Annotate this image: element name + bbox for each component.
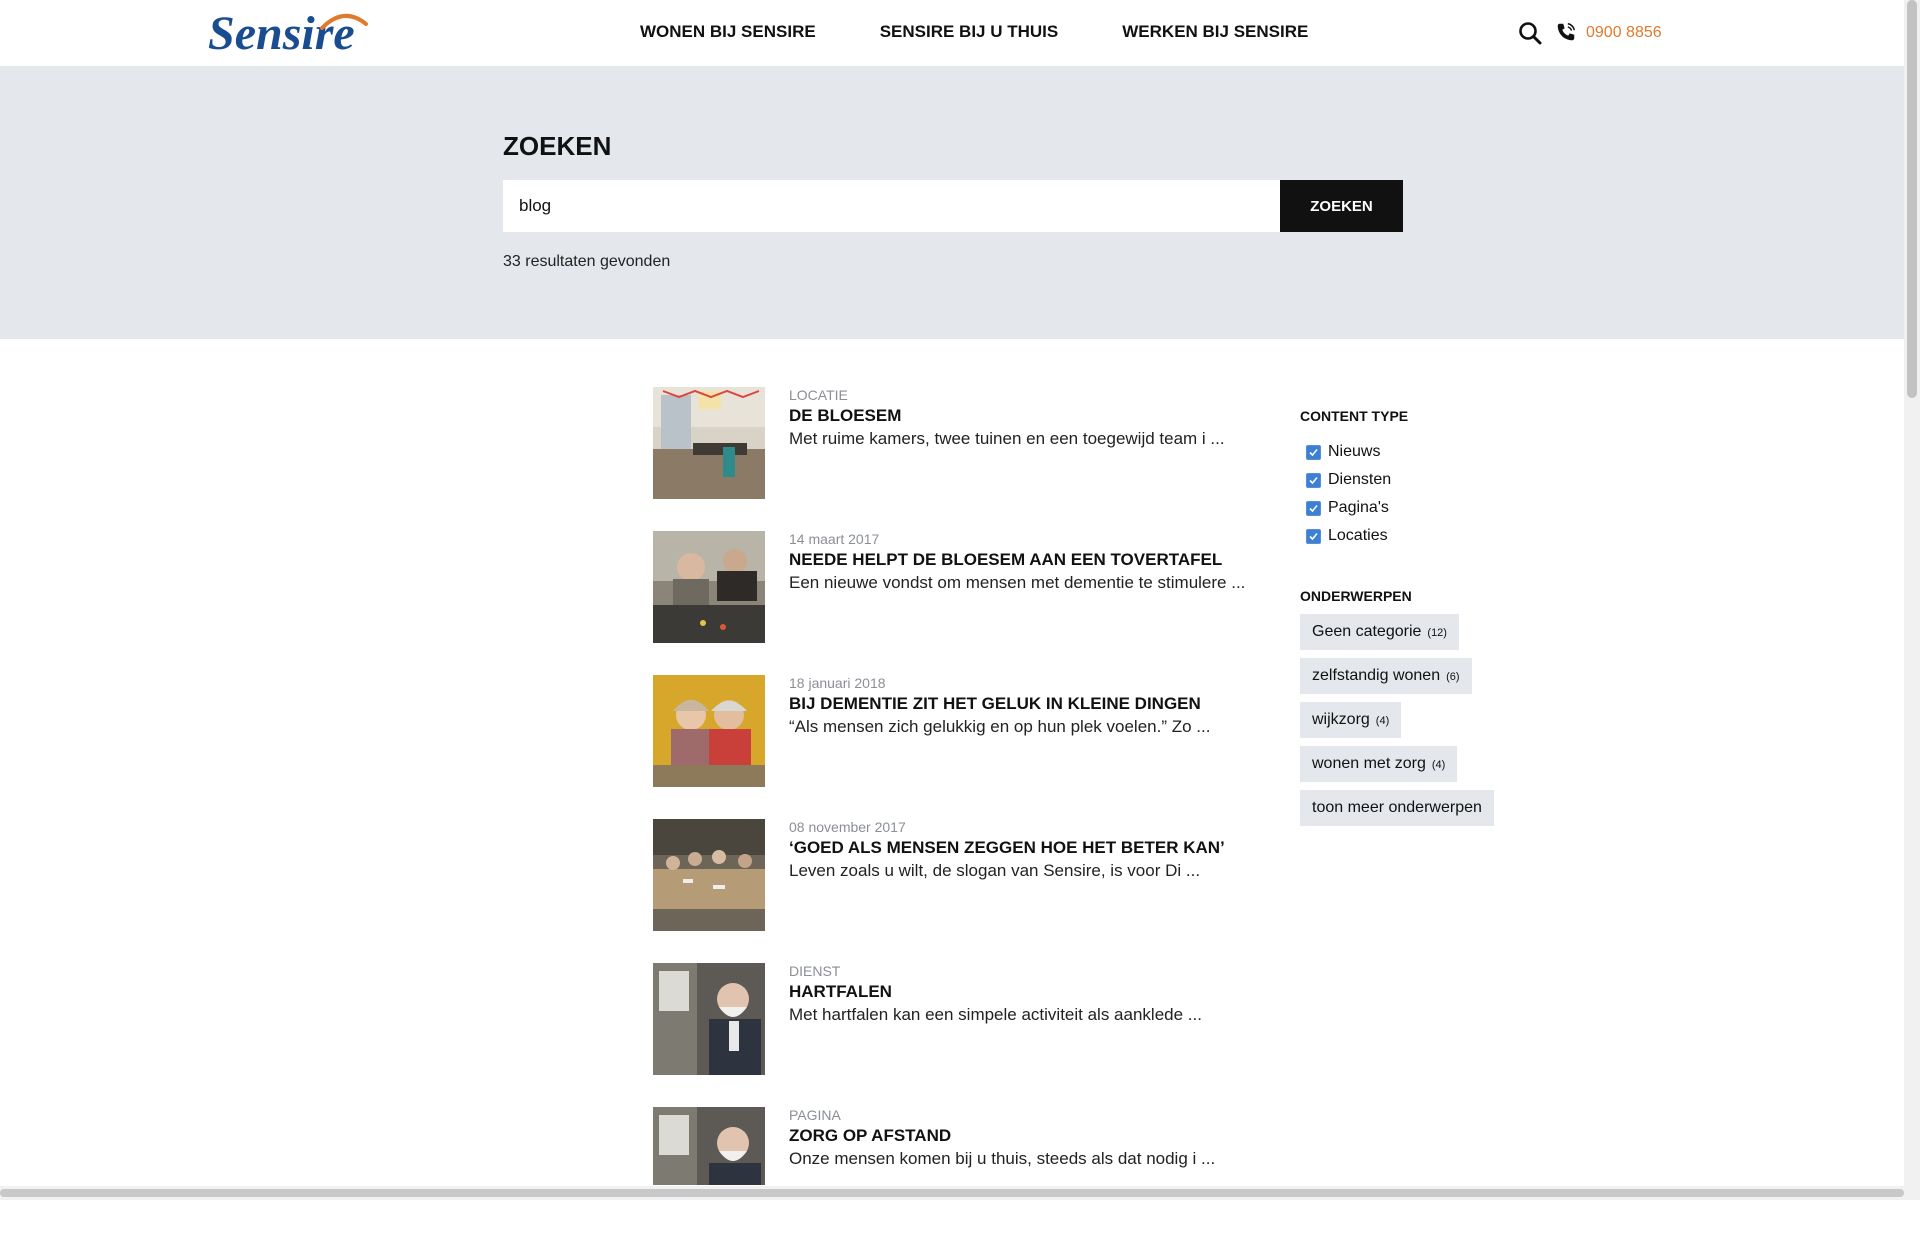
topic-tags: Geen categorie (12) zelfstandig wonen (6) … [1300, 614, 1560, 834]
logo-arc-icon [320, 14, 368, 30]
list-item[interactable]: 08 november 2017 ‘GOED ALS MENSEN ZEGGEN… [653, 819, 1253, 963]
vertical-scrollbar[interactable] [1904, 0, 1920, 1200]
show-more-topics-button[interactable]: toon meer onderwerpen [1300, 790, 1494, 826]
page-title: ZOEKEN [503, 131, 612, 161]
checkbox-checked[interactable] [1306, 444, 1321, 460]
filter-paginas[interactable]: Pagina's [1300, 494, 1560, 522]
phone-icon [1557, 23, 1575, 41]
nav-werken-bij-sensire[interactable]: WERKEN BIJ SENSIRE [1122, 22, 1308, 44]
filter-sidebar: CONTENT TYPE Nieuws Diensten Pagina's Lo… [1300, 408, 1560, 834]
search-section: ZOEKEN ZOEKEN 33 resultaten gevonden [0, 67, 1904, 339]
main-nav: WONEN BIJ SENSIRE SENSIRE BIJ U THUIS WE… [640, 22, 1308, 44]
result-excerpt: Een nieuwe vondst om mensen met dementie… [789, 573, 1246, 592]
result-meta: 18 januari 2018 [789, 675, 886, 691]
list-item[interactable]: DIENST HARTFALEN Met hartfalen kan een s… [653, 963, 1253, 1107]
phone-number[interactable]: 0900 8856 [1586, 24, 1662, 42]
search-input[interactable] [503, 180, 1281, 232]
checkbox-checked[interactable] [1306, 500, 1321, 516]
vertical-scrollbar-thumb[interactable] [1907, 0, 1917, 398]
result-meta: DIENST [789, 963, 841, 979]
result-meta: 14 maart 2017 [789, 531, 880, 547]
topic-tag[interactable]: wonen met zorg (4) [1300, 746, 1458, 782]
checkbox-checked[interactable] [1306, 528, 1321, 544]
result-title[interactable]: NEEDE HELPT DE BLOESEM AAN EEN TOVERTAFE… [789, 550, 1222, 570]
topic-tag[interactable]: Geen categorie (12) [1300, 614, 1459, 650]
search-icon[interactable] [1518, 21, 1542, 45]
result-meta: LOCATIE [789, 387, 848, 403]
topics-heading: ONDERWERPEN [1300, 588, 1412, 604]
result-thumbnail[interactable] [653, 675, 765, 787]
results-list: LOCATIE DE BLOESEM Met ruime kamers, twe… [653, 387, 1253, 1251]
result-excerpt: Met hartfalen kan een simpele activiteit… [789, 1005, 1202, 1024]
topic-tag[interactable]: wijkzorg (4) [1300, 702, 1402, 738]
result-thumbnail[interactable] [653, 387, 765, 499]
filter-diensten[interactable]: Diensten [1300, 466, 1560, 494]
horizontal-scrollbar-thumb[interactable] [0, 1189, 1904, 1197]
result-meta: 08 november 2017 [789, 819, 906, 835]
result-title[interactable]: DE BLOESEM [789, 406, 901, 426]
site-header: Sensire WONEN BIJ SENSIRE SENSIRE BIJ U … [0, 0, 1904, 67]
topic-tag[interactable]: zelfstandig wonen (6) [1300, 658, 1472, 694]
filter-locaties[interactable]: Locaties [1300, 522, 1560, 550]
result-meta: PAGINA [789, 1107, 841, 1123]
result-excerpt: Leven zoals u wilt, de slogan van Sensir… [789, 861, 1201, 880]
filter-nieuws[interactable]: Nieuws [1300, 438, 1560, 466]
list-item[interactable]: LOCATIE DE BLOESEM Met ruime kamers, twe… [653, 387, 1253, 531]
result-excerpt: “Als mensen zich gelukkig en op hun plek… [789, 717, 1211, 736]
list-item[interactable]: 18 januari 2018 BIJ DEMENTIE ZIT HET GEL… [653, 675, 1253, 819]
result-excerpt: Met ruime kamers, twee tuinen en een toe… [789, 429, 1225, 448]
result-excerpt: Onze mensen komen bij u thuis, steeds al… [789, 1149, 1216, 1168]
result-thumbnail[interactable] [653, 1107, 765, 1185]
horizontal-scrollbar[interactable] [0, 1186, 1904, 1200]
checkbox-checked[interactable] [1306, 472, 1321, 488]
sensire-logo[interactable]: Sensire [208, 6, 408, 62]
result-title[interactable]: BIJ DEMENTIE ZIT HET GELUK IN KLEINE DIN… [789, 694, 1201, 714]
list-item[interactable]: PAGINA ZORG OP AFSTAND Onze mensen komen… [653, 1107, 1253, 1251]
result-thumbnail[interactable] [653, 819, 765, 931]
nav-sensire-bij-u-thuis[interactable]: SENSIRE BIJ U THUIS [880, 22, 1059, 44]
result-thumbnail[interactable] [653, 531, 765, 643]
result-title[interactable]: ZORG OP AFSTAND [789, 1126, 951, 1146]
content-type-filters: Nieuws Diensten Pagina's Locaties [1300, 438, 1560, 550]
list-item[interactable]: 14 maart 2017 NEEDE HELPT DE BLOESEM AAN… [653, 531, 1253, 675]
search-button[interactable]: ZOEKEN [1280, 180, 1403, 232]
result-title[interactable]: HARTFALEN [789, 982, 892, 1002]
result-thumbnail[interactable] [653, 963, 765, 1075]
nav-wonen-bij-sensire[interactable]: WONEN BIJ SENSIRE [640, 22, 816, 44]
content-type-heading: CONTENT TYPE [1300, 408, 1409, 424]
result-title[interactable]: ‘GOED ALS MENSEN ZEGGEN HOE HET BETER KA… [789, 838, 1225, 858]
results-count: 33 resultaten gevonden [503, 253, 671, 270]
